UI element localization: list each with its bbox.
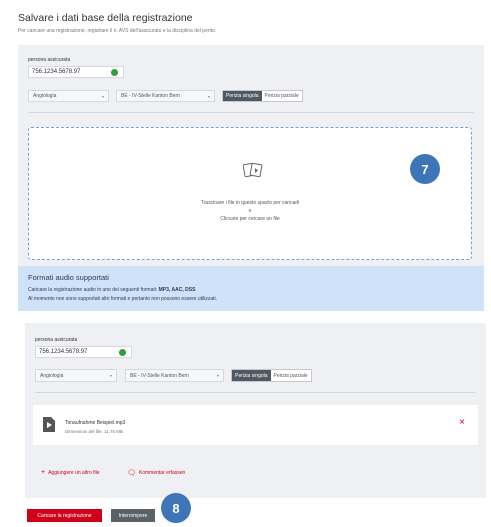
dropzone-browse[interactable]: Cliccare per cercare un file [29, 216, 471, 222]
info-formats-list: MP3, AAC, DSS [158, 287, 196, 293]
expertise-single-button[interactable]: Perizia singola [223, 91, 262, 101]
supported-formats-info: Formati audio supportati Caricare la reg… [18, 266, 484, 311]
discipline-value: Angiologia [40, 372, 64, 379]
upload-panel-with-file: persona assicurata 756.1234.5678.97 Angi… [25, 323, 486, 498]
info-unsupported-line: Al momento non sono supportati altri for… [28, 296, 217, 302]
chevron-down-icon: ▾ [109, 373, 112, 378]
expertise-partial-button[interactable]: Perizia parziale [270, 370, 311, 381]
info-formats-prefix: Caricare la registrazione audio in uno d… [28, 287, 159, 293]
valid-check-icon [111, 69, 118, 76]
file-dropzone[interactable]: Trascinare i file in questo spazio per c… [28, 127, 472, 260]
audio-file-icon [43, 417, 55, 432]
expertise-toggle: Perizia singola Perizia parziale [231, 369, 312, 382]
dropzone-instruction: Trascinare i file in questo spazio per c… [200, 200, 300, 206]
plus-icon: + [41, 469, 46, 476]
location-select[interactable]: BE - IV-Stelle Kanton Bern ▾ [125, 369, 224, 382]
discipline-select[interactable]: Angiologia ▾ [28, 90, 109, 102]
step-badge-8: 8 [161, 493, 191, 523]
location-value: BE - IV-Stelle Kanton Bern [121, 93, 180, 99]
audio-files-icon [243, 162, 263, 178]
cancel-button[interactable]: Interrompere [111, 509, 155, 522]
info-title: Formati audio supportati [28, 273, 109, 282]
ssn-label: persona assicurata [35, 337, 78, 343]
file-name: Tonaufnahme Beispiel.mp3 [65, 420, 126, 426]
comment-icon: 🗨 [127, 470, 136, 477]
chevron-down-icon: ▾ [207, 93, 210, 99]
dropzone-or: o [248, 208, 252, 214]
chevron-down-icon: ▾ [101, 93, 104, 99]
upload-recording-button[interactable]: Caricare la registrazione [27, 509, 102, 522]
page-subtitle: Per caricare una registrazione, registra… [18, 28, 217, 34]
add-file-label: Aggiungere un altro file [48, 469, 100, 476]
step-badge-7: 7 [410, 154, 440, 184]
ssn-label: persona assicurata [28, 57, 71, 63]
discipline-value: Angiologia [33, 93, 57, 99]
uploaded-file-card: Tonaufnahme Beispiel.mp3 Dimensioni del … [33, 405, 478, 445]
location-select[interactable]: BE - IV-Stelle Kanton Bern ▾ [116, 90, 215, 102]
add-file-link[interactable]: + Aggiungere un altro file [41, 469, 100, 476]
expertise-single-button[interactable]: Perizia singola [232, 370, 271, 381]
page-title: Salvare i dati base della registrazione [18, 12, 193, 24]
discipline-select[interactable]: Angiologia ▾ [35, 369, 117, 382]
add-comment-link[interactable]: 🗨 Kommentar erfassen [127, 469, 185, 477]
file-size: Dimensioni del file: 11,75 MB [65, 429, 123, 434]
expertise-partial-button[interactable]: Perizia parziale [261, 91, 302, 101]
expertise-toggle: Perizia singola Perizia parziale [222, 90, 303, 102]
divider [28, 112, 474, 113]
valid-check-icon [119, 349, 126, 356]
info-formats-line: Caricare la registrazione audio in uno d… [28, 287, 195, 293]
chevron-down-icon: ▾ [216, 373, 219, 378]
ssn-input[interactable]: 756.1234.5678.97 [35, 346, 132, 358]
add-comment-label: Kommentar erfassen [138, 470, 186, 476]
location-value: BE - IV-Stelle Kanton Bern [130, 372, 189, 379]
ssn-input[interactable]: 756.1234.5678.97 [28, 66, 124, 78]
remove-file-icon[interactable]: × [459, 418, 465, 428]
divider [35, 392, 476, 393]
